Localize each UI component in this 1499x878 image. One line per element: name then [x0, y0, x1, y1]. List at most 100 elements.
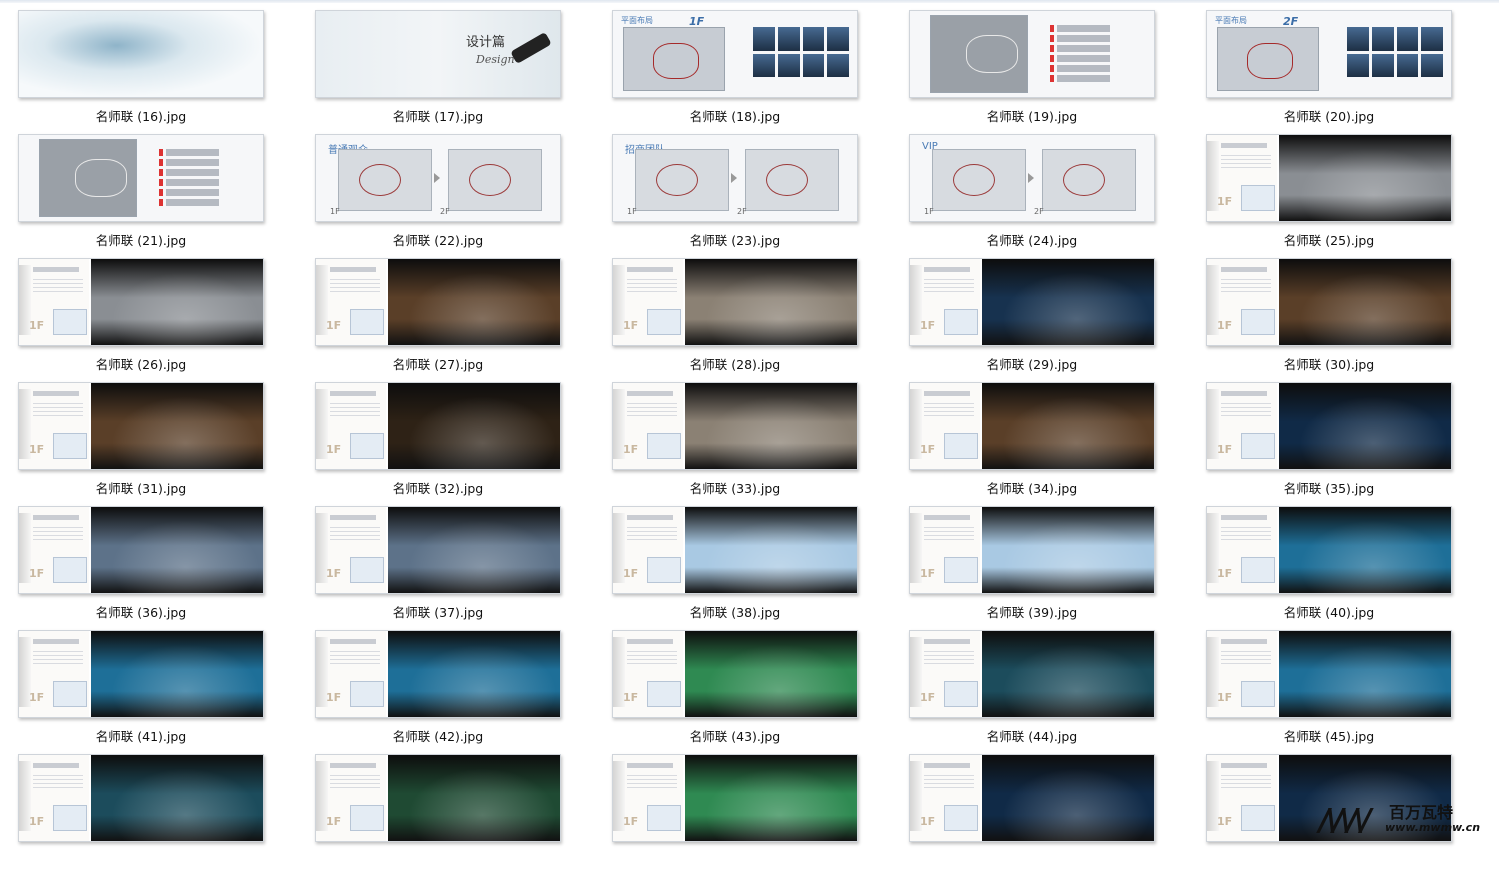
thumbnail-image[interactable]: 1F — [612, 506, 858, 594]
file-name-label[interactable]: 名师联 (20).jpg — [1206, 106, 1452, 125]
file-thumbnail-item[interactable]: 平面布局1F 名师联 (18).jpg — [612, 10, 858, 134]
file-name-label[interactable]: 名师联 (16).jpg — [18, 106, 264, 125]
thumbnail-image[interactable]: 1F — [315, 382, 561, 470]
file-thumbnail-item[interactable]: 1F — [612, 754, 858, 878]
file-name-label[interactable]: 名师联 (40).jpg — [1206, 602, 1452, 621]
file-name-label[interactable]: 名师联 (24).jpg — [909, 230, 1155, 249]
file-name-label[interactable]: 名师联 (28).jpg — [612, 354, 858, 373]
file-name-label[interactable]: 名师联 (44).jpg — [909, 726, 1155, 745]
thumbnail-image[interactable]: 1F — [315, 258, 561, 346]
file-thumbnail-item[interactable]: 1F 名师联 (34).jpg — [909, 382, 1155, 506]
file-thumbnail-item[interactable]: 1F 名师联 (38).jpg — [612, 506, 858, 630]
thumbnail-image[interactable]: 1F — [18, 506, 264, 594]
file-thumbnail-item[interactable]: 招商团队1F2F 名师联 (23).jpg — [612, 134, 858, 258]
thumbnail-image[interactable]: 1F — [909, 630, 1155, 718]
file-name-label[interactable]: 名师联 (22).jpg — [315, 230, 561, 249]
file-thumbnail-item[interactable]: 1F 名师联 (26).jpg — [18, 258, 264, 382]
file-name-label[interactable]: 名师联 (21).jpg — [18, 230, 264, 249]
thumbnail-image[interactable]: 1F — [18, 382, 264, 470]
thumbnail-image[interactable]: 1F — [18, 258, 264, 346]
file-thumbnail-item[interactable]: 平面布局2F 名师联 (20).jpg — [1206, 10, 1452, 134]
thumbnail-image[interactable]: 1F — [1206, 134, 1452, 222]
file-thumbnail-item[interactable]: 名师联 (21).jpg — [18, 134, 264, 258]
thumbnail-image[interactable]: 1F — [315, 506, 561, 594]
file-thumbnail-item[interactable]: 1F 名师联 (41).jpg — [18, 630, 264, 754]
file-thumbnail-item[interactable]: 1F 名师联 (27).jpg — [315, 258, 561, 382]
file-name-label[interactable]: 名师联 (26).jpg — [18, 354, 264, 373]
file-thumbnail-item[interactable]: 1F 名师联 (43).jpg — [612, 630, 858, 754]
thumbnail-image[interactable]: 1F — [909, 382, 1155, 470]
thumbnail-image[interactable]: 1F — [315, 754, 561, 842]
file-thumbnail-item[interactable]: 1F 名师联 (29).jpg — [909, 258, 1155, 382]
thumbnail-image[interactable]: 平面布局2F — [1206, 10, 1452, 98]
file-thumbnail-item[interactable]: 1F — [18, 754, 264, 878]
thumbnail-image[interactable]: 1F — [909, 754, 1155, 842]
file-thumbnail-item[interactable]: 名师联 (16).jpg — [18, 10, 264, 134]
thumbnail-image[interactable]: 1F — [909, 258, 1155, 346]
floor-label: 2F — [1034, 207, 1044, 216]
file-name-label[interactable]: 名师联 (38).jpg — [612, 602, 858, 621]
file-thumbnail-item[interactable]: 1F — [315, 754, 561, 878]
file-name-label[interactable]: 名师联 (37).jpg — [315, 602, 561, 621]
file-thumbnail-item[interactable]: 1F 名师联 (40).jpg — [1206, 506, 1452, 630]
file-name-label[interactable]: 名师联 (32).jpg — [315, 478, 561, 497]
thumbnail-image[interactable]: 1F — [315, 630, 561, 718]
thumbnail-image[interactable]: 1F — [612, 754, 858, 842]
file-thumbnail-item[interactable]: 设计篇Design 名师联 (17).jpg — [315, 10, 561, 134]
file-thumbnail-item[interactable]: 普通观众1F2F 名师联 (22).jpg — [315, 134, 561, 258]
file-name-label[interactable]: 名师联 (33).jpg — [612, 478, 858, 497]
file-name-label[interactable]: 名师联 (18).jpg — [612, 106, 858, 125]
thumbnail-image[interactable]: 1F — [18, 630, 264, 718]
thumbnail-image[interactable]: 1F — [612, 258, 858, 346]
thumbnail-image[interactable]: 平面布局1F — [612, 10, 858, 98]
file-thumbnail-item[interactable]: 1F 名师联 (31).jpg — [18, 382, 264, 506]
file-name-label[interactable]: 名师联 (25).jpg — [1206, 230, 1452, 249]
file-name-label[interactable]: 名师联 (41).jpg — [18, 726, 264, 745]
file-thumbnail-item[interactable]: 1F 名师联 (37).jpg — [315, 506, 561, 630]
file-thumbnail-item[interactable]: 1F 名师联 (35).jpg — [1206, 382, 1452, 506]
thumbnail-image[interactable]: 普通观众1F2F — [315, 134, 561, 222]
file-name-label[interactable]: 名师联 (31).jpg — [18, 478, 264, 497]
thumbnail-image[interactable]: 1F — [1206, 258, 1452, 346]
file-name-label[interactable]: 名师联 (43).jpg — [612, 726, 858, 745]
file-thumbnail-item[interactable]: 1F — [909, 754, 1155, 878]
thumbnail-image[interactable]: 1F — [612, 630, 858, 718]
file-thumbnail-item[interactable]: 1F 名师联 (36).jpg — [18, 506, 264, 630]
thumbnail-image[interactable]: 1F — [1206, 630, 1452, 718]
thumbnail-image[interactable] — [909, 10, 1155, 98]
file-name-label[interactable]: 名师联 (27).jpg — [315, 354, 561, 373]
file-name-label[interactable]: 名师联 (30).jpg — [1206, 354, 1452, 373]
file-name-label[interactable]: 名师联 (34).jpg — [909, 478, 1155, 497]
file-thumbnail-item[interactable]: 1F 名师联 (30).jpg — [1206, 258, 1452, 382]
file-thumbnail-item[interactable]: 1F 名师联 (44).jpg — [909, 630, 1155, 754]
thumbnail-image[interactable]: 1F — [909, 506, 1155, 594]
file-thumbnail-item[interactable]: 1F 名师联 (32).jpg — [315, 382, 561, 506]
thumbnail-image[interactable] — [18, 10, 264, 98]
thumbnail-image[interactable]: 设计篇Design — [315, 10, 561, 98]
file-name-label[interactable]: 名师联 (36).jpg — [18, 602, 264, 621]
thumbnail-image[interactable]: 招商团队1F2F — [612, 134, 858, 222]
thumbnail-image[interactable]: 1F — [612, 382, 858, 470]
file-thumbnail-item[interactable]: VIP1F2F 名师联 (24).jpg — [909, 134, 1155, 258]
thumbnail-image[interactable] — [18, 134, 264, 222]
file-name-label[interactable]: 名师联 (17).jpg — [315, 106, 561, 125]
file-thumbnail-item[interactable]: 1F 名师联 (39).jpg — [909, 506, 1155, 630]
file-thumbnail-item[interactable]: 名师联 (19).jpg — [909, 10, 1155, 134]
file-name-label[interactable]: 名师联 (39).jpg — [909, 602, 1155, 621]
file-thumbnail-item[interactable]: 1F 名师联 (45).jpg — [1206, 630, 1452, 754]
file-thumbnail-item[interactable]: 1F 名师联 (25).jpg — [1206, 134, 1452, 258]
file-name-label[interactable]: 名师联 (42).jpg — [315, 726, 561, 745]
file-name-label[interactable]: 名师联 (29).jpg — [909, 354, 1155, 373]
file-thumbnail-item[interactable]: 1F 名师联 (28).jpg — [612, 258, 858, 382]
thumbnail-image[interactable]: 1F — [18, 754, 264, 842]
file-name-label[interactable]: 名师联 (45).jpg — [1206, 726, 1452, 745]
file-name-label[interactable]: 名师联 (19).jpg — [909, 106, 1155, 125]
thumbnail-image[interactable]: 1F — [1206, 382, 1452, 470]
file-name-label[interactable]: 名师联 (23).jpg — [612, 230, 858, 249]
file-name-label[interactable]: 名师联 (35).jpg — [1206, 478, 1452, 497]
file-thumbnail-item[interactable]: 1F 名师联 (42).jpg — [315, 630, 561, 754]
file-thumbnail-item[interactable]: 1F 名师联 (33).jpg — [612, 382, 858, 506]
watermark-brand: 百万瓦特 — [1389, 799, 1453, 823]
thumbnail-image[interactable]: VIP1F2F — [909, 134, 1155, 222]
thumbnail-image[interactable]: 1F — [1206, 506, 1452, 594]
